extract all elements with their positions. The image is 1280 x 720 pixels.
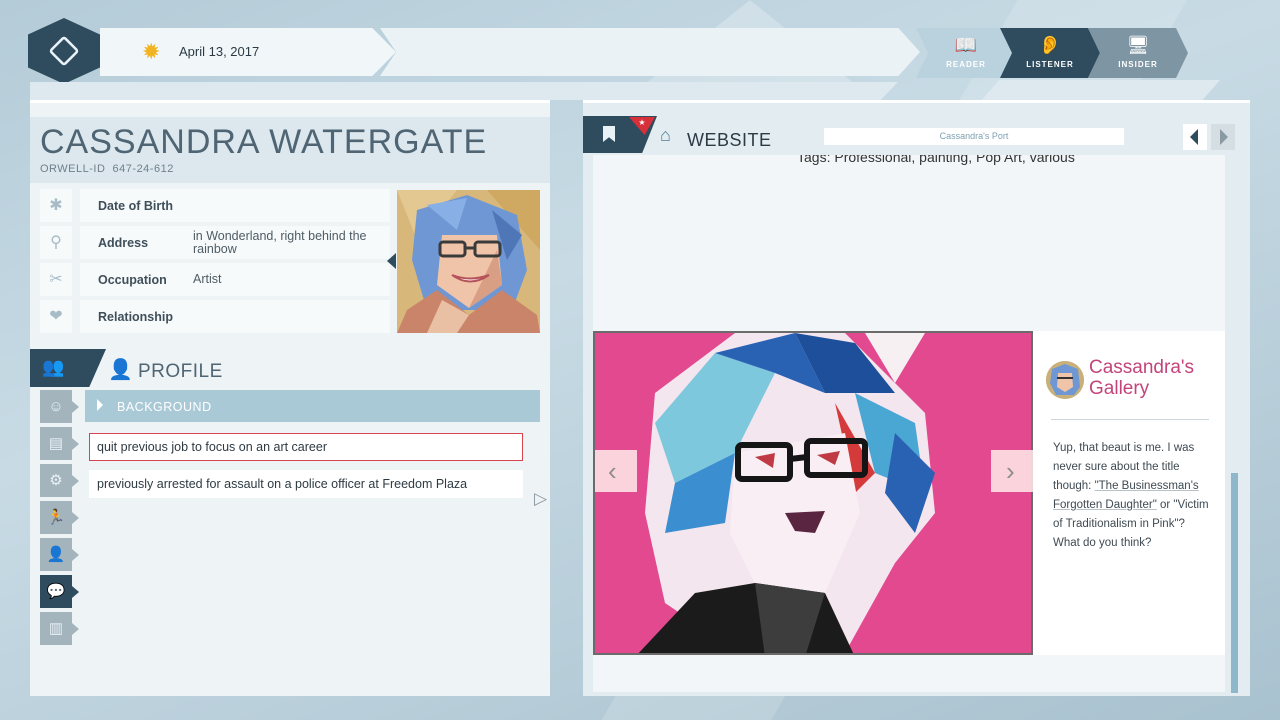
portrait-pointer	[387, 253, 396, 269]
field-label: Address	[98, 236, 149, 250]
hearts-icon: ❤	[40, 300, 72, 333]
fact-item[interactable]: quit previous job to focus on an art car…	[89, 433, 523, 461]
orwell-id-label: ORWELL-ID	[40, 163, 106, 175]
tab-notes[interactable]: ▥	[40, 612, 79, 645]
avatar	[1046, 361, 1084, 399]
location-pin-icon: ⚲	[40, 226, 72, 259]
field-label: Relationship	[98, 310, 174, 324]
asterisk-icon: ✱	[40, 189, 72, 222]
mode-listener-tab[interactable]: 👂 LISTENER	[1000, 28, 1100, 78]
mode-switcher: 📖 READER 👂 LISTENER 🖥 INSIDER	[916, 28, 1206, 78]
orwell-id: ORWELL-ID 647-24-612	[40, 163, 174, 175]
field-value: in Wonderland, right behind the rainbow	[193, 229, 367, 256]
mode-insider-label: INSIDER	[1118, 60, 1158, 69]
field-date-of-birth[interactable]: ✱ Date of Birth	[40, 189, 390, 222]
profile-panel: CASSANDRA WATERGATE ORWELL-ID 647-24-612…	[30, 100, 550, 696]
field-body: Address in Wonderland, right behind the …	[80, 226, 390, 259]
field-body: Occupation Artist	[80, 263, 390, 296]
runner-icon: 🏃	[46, 509, 66, 526]
current-date: April 13, 2017	[179, 44, 260, 59]
background-section-header[interactable]: BACKGROUND	[85, 390, 540, 422]
chevron-left-icon: ‹	[608, 456, 617, 486]
background-facts: quit previous job to focus on an art car…	[89, 433, 523, 507]
website-header: ★ ⌂ WEBSITE Cassandra's Port	[583, 116, 1250, 154]
info-fields: ✱ Date of Birth ⚲ Address in Wonderland,…	[40, 189, 390, 337]
tools-icon: ✂	[40, 263, 72, 296]
gallery-prev-button[interactable]: ‹	[595, 450, 637, 492]
field-body: Relationship	[80, 300, 390, 333]
profile-category-tabs: ☺ ▤ ⚙ 🏃 👤 💬 ▥	[40, 390, 79, 649]
mode-insider-tab[interactable]: 🖥 INSIDER	[1088, 28, 1188, 78]
face-icon: ☺	[48, 398, 64, 415]
user-icon: 👤	[108, 359, 133, 381]
field-address[interactable]: ⚲ Address in Wonderland, right behind th…	[40, 226, 390, 259]
gears-icon: ⚙	[49, 472, 63, 489]
website-title: WEBSITE	[687, 130, 772, 150]
url-bar[interactable]: Cassandra's Port	[824, 128, 1124, 145]
monitor-icon: 🖥	[1126, 35, 1150, 55]
person-icon: 👤	[46, 546, 66, 563]
tab-work[interactable]: ⚙	[40, 464, 79, 497]
field-label: Occupation	[98, 273, 167, 287]
name-header: CASSANDRA WATERGATE ORWELL-ID 647-24-612	[30, 117, 550, 183]
tab-statements[interactable]: 💬	[40, 575, 79, 608]
tab-activities[interactable]: 🏃	[40, 501, 79, 534]
website-panel: ★ ⌂ WEBSITE Cassandra's Port Tags: Profe…	[583, 100, 1250, 696]
book-icon: 📖	[954, 35, 978, 55]
field-label: Date of Birth	[98, 199, 173, 213]
forward-button[interactable]	[1211, 124, 1235, 150]
topbar-underline	[30, 82, 898, 100]
person-portrait[interactable]	[397, 190, 540, 333]
divider	[1051, 419, 1209, 420]
ear-icon: 👂	[1038, 35, 1062, 55]
person-name: CASSANDRA WATERGATE	[40, 123, 488, 161]
date-bar: ✹ April 13, 2017	[100, 28, 920, 76]
profile-tab[interactable]: 👥	[30, 349, 106, 387]
field-body: Date of Birth	[80, 189, 390, 222]
profile-header: 👥 👤 PROFILE	[30, 349, 550, 389]
profile-title: PROFILE	[138, 361, 223, 382]
notepad-icon: ▥	[48, 620, 64, 637]
scrollbar[interactable]	[1231, 473, 1238, 693]
section-label: BACKGROUND	[117, 400, 212, 414]
tab-background[interactable]: ▤	[40, 427, 79, 460]
sun-icon: ✹	[142, 39, 161, 64]
gallery-info: Cassandra's Gallery Yup, that beaut is m…	[1033, 331, 1225, 655]
fact-item[interactable]: previously arrested for assault on a pol…	[89, 470, 523, 498]
bookmark-icon	[603, 126, 615, 142]
gallery-title: Cassandra's Gallery	[1089, 357, 1195, 399]
modes-underline	[980, 80, 1220, 102]
speech-icon: 💬	[46, 583, 66, 600]
orwell-id-value: 647-24-612	[112, 163, 174, 175]
mode-listener-label: LISTENER	[1026, 60, 1074, 69]
timeline-segment	[380, 28, 920, 76]
home-icon: ⌂	[660, 125, 671, 145]
website-content: Tags: Professional, painting, Pop Art, v…	[593, 155, 1225, 692]
tab-relations[interactable]: 👤	[40, 538, 79, 571]
gallery-description: Yup, that beaut is me. I was never sure …	[1053, 439, 1213, 553]
field-occupation[interactable]: ✂ Occupation Artist	[40, 263, 390, 296]
cursor-icon: ▷	[534, 489, 548, 508]
caret-right-icon	[97, 399, 103, 411]
field-value: Artist	[193, 272, 222, 286]
gallery-image[interactable]	[593, 331, 1033, 655]
mode-reader-tab[interactable]: 📖 READER	[916, 28, 1016, 78]
field-relationship[interactable]: ❤ Relationship	[40, 300, 390, 333]
chevron-right-icon: ›	[1006, 456, 1015, 486]
gallery-next-button[interactable]: ›	[991, 450, 1033, 492]
tags-text[interactable]: Tags: Professional, painting, Pop Art, v…	[797, 155, 1075, 165]
mode-reader-label: READER	[946, 60, 986, 69]
notebook-icon: ▤	[48, 435, 64, 452]
people-icon: 👥	[42, 357, 65, 377]
back-button[interactable]	[1183, 124, 1207, 150]
tab-appearance[interactable]: ☺	[40, 390, 79, 423]
